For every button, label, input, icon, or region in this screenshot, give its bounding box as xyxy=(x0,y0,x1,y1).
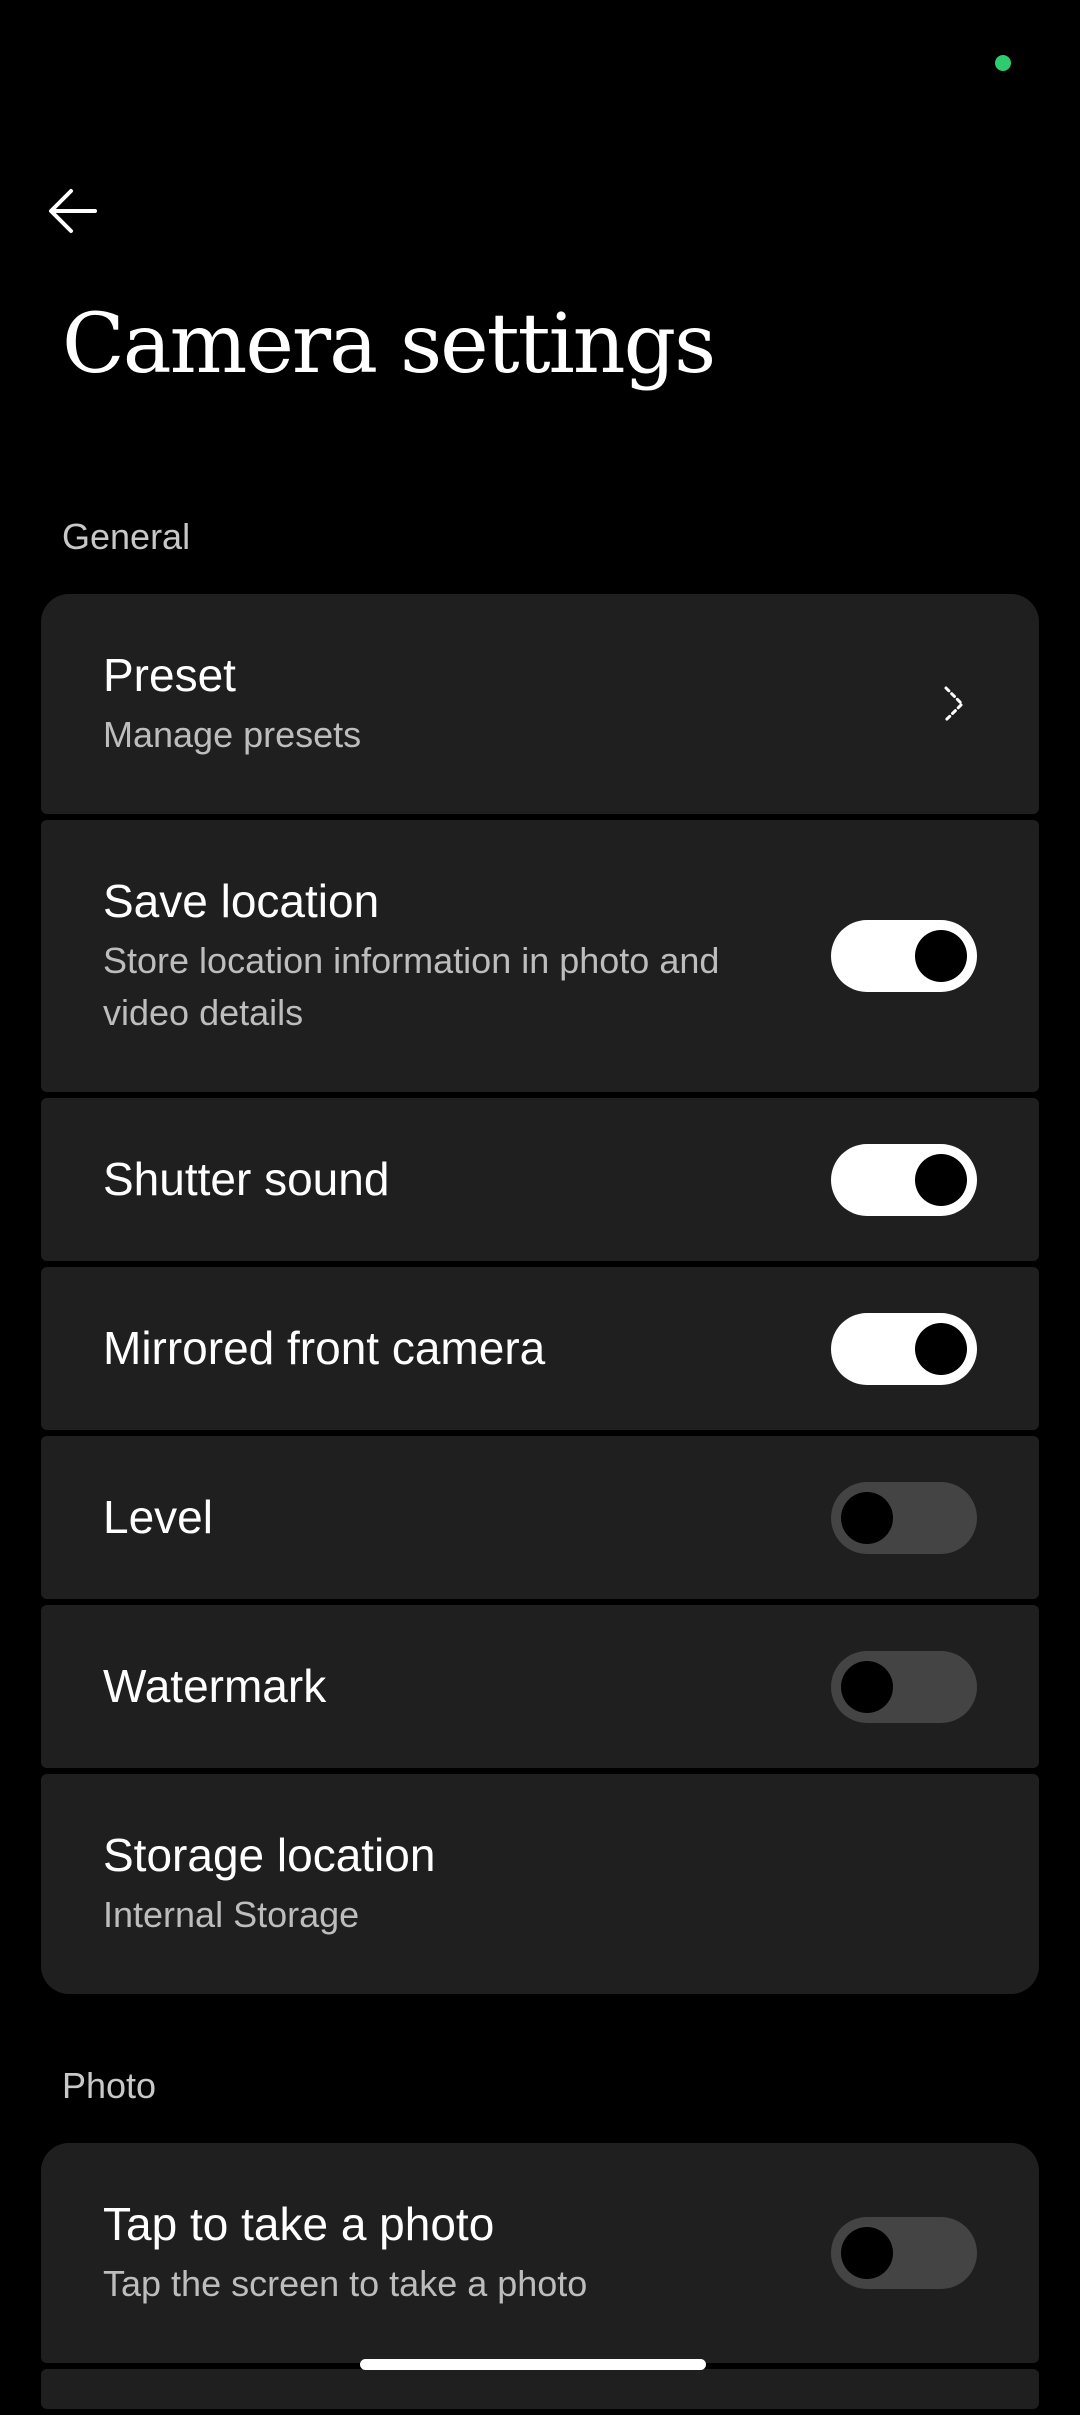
level-row[interactable]: Level xyxy=(41,1436,1039,1599)
watermark-title: Watermark xyxy=(103,1659,327,1712)
chevron-right-icon xyxy=(939,682,969,726)
toggle-knob xyxy=(841,1660,893,1713)
watermark-row[interactable]: Watermark xyxy=(41,1605,1039,1768)
general-settings-group: Preset Manage presets Save location Stor… xyxy=(41,594,1039,1994)
mirrored-front-camera-text: Mirrored front camera xyxy=(103,1321,545,1376)
mirrored-front-camera-toggle[interactable] xyxy=(831,1312,977,1385)
tap-to-take-photo-text: Tap to take a photo Tap the screen to ta… xyxy=(103,2197,587,2309)
storage-location-row[interactable]: Storage location Internal Storage xyxy=(41,1774,1039,1994)
storage-location-title: Storage location xyxy=(103,1828,436,1881)
level-title: Level xyxy=(103,1490,213,1543)
save-location-row[interactable]: Save location Store location information… xyxy=(41,820,1039,1092)
shutter-sound-row[interactable]: Shutter sound xyxy=(41,1098,1039,1261)
preset-text: Preset Manage presets xyxy=(103,648,361,760)
preset-title: Preset xyxy=(103,648,236,701)
home-indicator[interactable] xyxy=(360,2359,706,2370)
status-indicator-dot xyxy=(995,55,1011,71)
preset-subtitle: Manage presets xyxy=(103,714,362,756)
watermark-text: Watermark xyxy=(103,1659,326,1714)
shutter-sound-toggle[interactable] xyxy=(831,1143,977,1216)
mirrored-front-camera-row[interactable]: Mirrored front camera xyxy=(41,1267,1039,1430)
tap-to-take-photo-row[interactable]: Tap to take a photo Tap the screen to ta… xyxy=(41,2143,1039,2363)
tap-to-take-photo-title: Tap to take a photo xyxy=(103,2197,495,2250)
toggle-knob xyxy=(915,930,967,982)
preset-row[interactable]: Preset Manage presets xyxy=(41,594,1039,814)
toggle-knob xyxy=(915,1322,967,1375)
next-setting-row-partial[interactable] xyxy=(41,2369,1039,2409)
tap-to-take-photo-subtitle: Tap the screen to take a photo xyxy=(103,2263,588,2305)
photo-settings-group: Tap to take a photo Tap the screen to ta… xyxy=(41,2143,1039,2415)
storage-location-text: Storage location Internal Storage xyxy=(103,1828,435,1940)
toggle-knob xyxy=(841,1491,893,1544)
arrow-left-icon xyxy=(49,189,97,233)
watermark-toggle[interactable] xyxy=(831,1650,977,1723)
page-title: Camera settings xyxy=(62,297,716,392)
mirrored-front-camera-title: Mirrored front camera xyxy=(103,1321,546,1374)
save-location-toggle[interactable] xyxy=(831,920,977,992)
level-text: Level xyxy=(103,1490,213,1545)
storage-location-subtitle: Internal Storage xyxy=(103,1894,360,1936)
back-button[interactable] xyxy=(30,168,116,254)
save-location-text: Save location Store location information… xyxy=(103,874,803,1037)
save-location-title: Save location xyxy=(103,875,380,928)
tap-to-take-photo-toggle[interactable] xyxy=(831,2217,977,2289)
shutter-sound-title: Shutter sound xyxy=(103,1152,390,1205)
level-toggle[interactable] xyxy=(831,1481,977,1554)
toggle-knob xyxy=(915,1153,967,1206)
section-label-general: General xyxy=(62,516,191,557)
toggle-knob xyxy=(841,2227,893,2279)
section-label-photo: Photo xyxy=(62,2065,157,2106)
shutter-sound-text: Shutter sound xyxy=(103,1152,389,1207)
save-location-subtitle: Store location information in photo and … xyxy=(103,940,720,1033)
